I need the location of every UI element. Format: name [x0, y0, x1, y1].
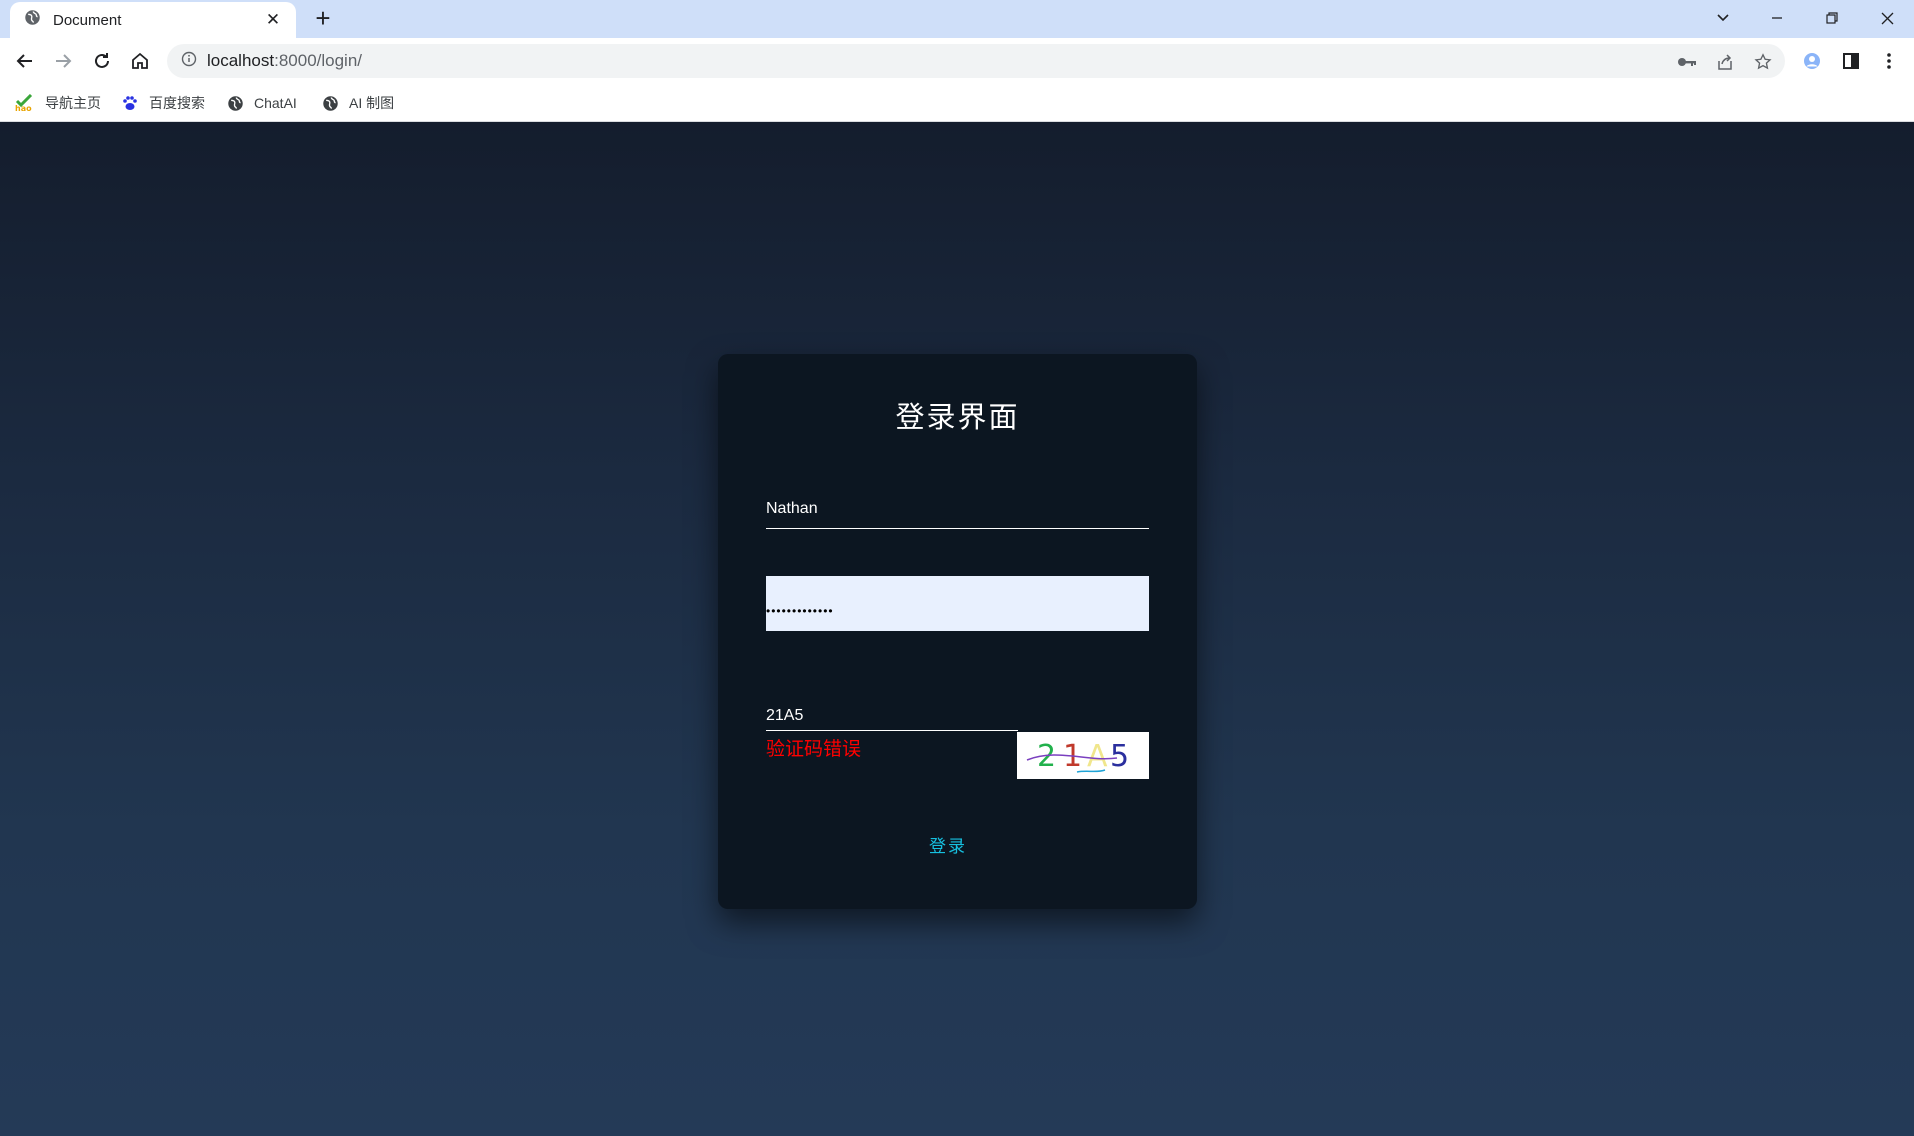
new-tab-button[interactable]: +: [310, 5, 336, 32]
share-icon[interactable]: [1713, 50, 1737, 74]
url-host: localhost: [207, 51, 275, 70]
globe-icon: [24, 9, 41, 31]
reload-icon[interactable]: [88, 47, 116, 75]
bookmark-ai-draw[interactable]: AI 制图: [322, 90, 394, 116]
captcha-underline: [766, 730, 1018, 731]
bookmark-chatai[interactable]: ChatAI: [227, 90, 297, 116]
page-background: 登录界面 Nathan ••••••••••••• 21A5 验证码错误 2 1…: [0, 122, 1914, 1136]
username-underline: [766, 528, 1149, 529]
tab-search-icon[interactable]: [1703, 4, 1743, 32]
login-button[interactable]: 登录: [718, 832, 1178, 857]
side-panel-icon[interactable]: [1838, 48, 1864, 74]
login-card: 登录界面 Nathan ••••••••••••• 21A5 验证码错误 2 1…: [718, 354, 1197, 909]
restore-icon[interactable]: [1812, 4, 1852, 32]
key-icon[interactable]: [1675, 50, 1699, 74]
bookmark-star-icon[interactable]: [1751, 50, 1775, 74]
bookmark-label: 百度搜索: [149, 95, 205, 111]
svg-text:5: 5: [1110, 739, 1129, 774]
password-input[interactable]: •••••••••••••: [766, 576, 1149, 631]
username-input[interactable]: Nathan: [766, 500, 818, 518]
url-path: :8000/login/: [274, 51, 363, 70]
captcha-error-message: 验证码错误: [766, 739, 862, 760]
hao-icon: hao: [15, 94, 35, 112]
site-info-icon[interactable]: [181, 51, 197, 72]
tab-title: Document: [53, 11, 122, 29]
address-bar[interactable]: localhost:8000/login/: [167, 44, 1785, 78]
close-tab-icon[interactable]: ✕: [262, 10, 284, 30]
bookmark-label: 导航主页: [45, 95, 101, 111]
bookmark-label: ChatAI: [254, 95, 297, 111]
browser-toolbar: localhost:8000/login/: [0, 38, 1914, 84]
login-title: 登录界面: [895, 400, 1020, 434]
bookmark-hao[interactable]: hao 导航主页: [15, 90, 101, 116]
bookmark-baidu[interactable]: 百度搜索: [121, 90, 205, 116]
captcha-image[interactable]: 2 1 A 5: [1017, 732, 1149, 779]
password-value: •••••••••••••: [766, 604, 834, 618]
bookmarks-bar: hao 导航主页 百度搜索 ChatAI AI 制图: [0, 84, 1914, 122]
globe-icon: [227, 95, 244, 112]
globe-icon: [322, 95, 339, 112]
menu-dots-icon[interactable]: [1876, 48, 1902, 74]
tab-strip: Document ✕ +: [0, 0, 1914, 38]
close-window-icon[interactable]: [1867, 4, 1907, 32]
back-arrow-icon[interactable]: [11, 47, 39, 75]
baidu-paw-icon: [121, 94, 139, 112]
home-icon[interactable]: [126, 47, 154, 75]
browser-tab[interactable]: Document ✕: [10, 2, 296, 38]
captcha-input[interactable]: 21A5: [766, 707, 803, 725]
profile-avatar-icon[interactable]: [1799, 48, 1825, 74]
svg-text:A: A: [1087, 739, 1108, 774]
bookmark-label: AI 制图: [349, 95, 395, 111]
minimize-icon[interactable]: [1757, 4, 1797, 32]
svg-text:hao: hao: [15, 104, 32, 112]
forward-arrow-icon[interactable]: [49, 47, 77, 75]
